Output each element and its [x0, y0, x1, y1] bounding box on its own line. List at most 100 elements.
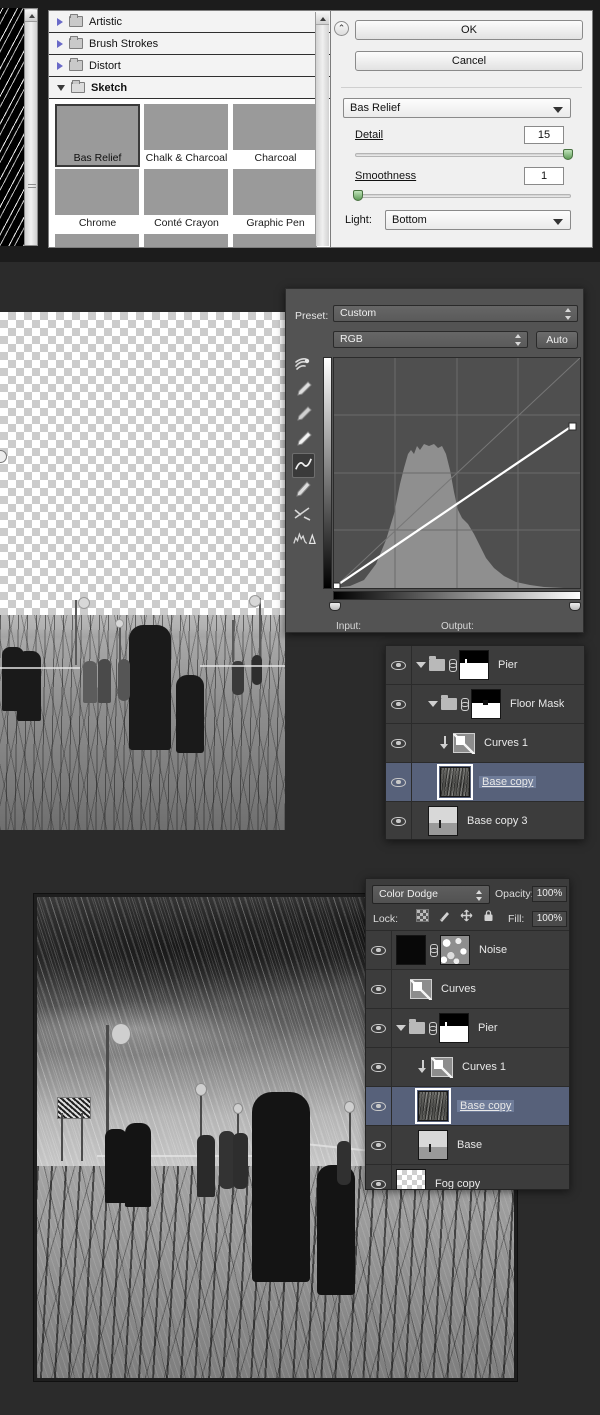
preview-scrollbar[interactable]: [24, 8, 38, 246]
filter-item-partial-3[interactable]: [233, 234, 318, 247]
layer-visibility-toggle[interactable]: [366, 931, 392, 969]
layer-content[interactable]: Curves 1: [392, 1057, 569, 1078]
layer-visibility-toggle[interactable]: [386, 724, 412, 762]
link-icon[interactable]: [460, 697, 469, 711]
white-point-handle[interactable]: [569, 602, 581, 611]
layer-content[interactable]: Noise: [392, 935, 569, 965]
chevron-right-icon[interactable]: [57, 39, 63, 48]
layer-name[interactable]: Fog copy: [435, 1178, 480, 1189]
filter-category-artistic[interactable]: Artistic: [49, 11, 330, 33]
layer-name[interactable]: Pier: [498, 659, 518, 671]
layer-visibility-toggle[interactable]: [386, 646, 412, 684]
ok-button[interactable]: OK: [355, 20, 583, 40]
layer-visibility-toggle[interactable]: [386, 685, 412, 723]
filter-item-graphic-pen[interactable]: Graphic Pen: [233, 169, 318, 232]
table-row[interactable]: Noise: [366, 931, 569, 970]
filter-category-brush-strokes[interactable]: Brush Strokes: [49, 33, 330, 55]
layer-name[interactable]: Curves: [441, 983, 476, 995]
cancel-button[interactable]: Cancel: [355, 51, 583, 71]
chevron-right-icon[interactable]: [57, 61, 63, 70]
layer-content[interactable]: Curves 1: [412, 733, 584, 754]
filter-item-charcoal[interactable]: Charcoal: [233, 104, 318, 167]
filter-category-distort[interactable]: Distort: [49, 55, 330, 77]
layer-name[interactable]: Base: [457, 1139, 482, 1151]
layer-visibility-toggle[interactable]: [366, 1165, 392, 1189]
detail-slider-knob[interactable]: [563, 149, 573, 160]
scroll-up-arrow-icon[interactable]: [25, 10, 37, 22]
link-icon[interactable]: [428, 1021, 437, 1035]
table-row[interactable]: Pier: [386, 646, 584, 685]
stepper-icon[interactable]: [515, 334, 522, 346]
layer-visibility-toggle[interactable]: [386, 802, 412, 839]
light-direction-select[interactable]: Bottom: [385, 210, 571, 230]
black-point-eyedropper-icon[interactable]: [292, 378, 315, 403]
layer-content[interactable]: Pier: [392, 1013, 569, 1043]
chevron-down-icon[interactable]: [428, 701, 438, 707]
active-filter-select[interactable]: Bas Relief: [343, 98, 571, 118]
filter-item-bas-relief[interactable]: Bas Relief: [55, 104, 140, 167]
layer-content[interactable]: Curves: [392, 979, 569, 1000]
layer-mask-thumbnail[interactable]: [471, 689, 501, 719]
layer-name[interactable]: Noise: [479, 944, 507, 956]
chevron-down-icon[interactable]: [396, 1025, 406, 1031]
layer-thumbnail[interactable]: [428, 806, 458, 836]
layer-name[interactable]: Curves 1: [484, 737, 528, 749]
layer-thumbnail[interactable]: [396, 1169, 426, 1189]
layer-thumbnail[interactable]: [437, 764, 473, 800]
link-icon[interactable]: [429, 943, 438, 957]
channel-select[interactable]: RGB: [333, 331, 528, 348]
table-row[interactable]: Base copy 3: [386, 802, 584, 839]
layer-mask-thumbnail[interactable]: [439, 1013, 469, 1043]
layer-visibility-toggle[interactable]: [366, 1087, 392, 1125]
layer-content[interactable]: Floor Mask: [412, 689, 584, 719]
transform-handle[interactable]: [0, 450, 7, 463]
blend-mode-select[interactable]: Color Dodge: [372, 885, 490, 904]
table-row[interactable]: Base copy: [366, 1087, 569, 1126]
lock-transparent-pixels-icon[interactable]: [416, 909, 429, 922]
histogram-options-icon[interactable]: [292, 528, 316, 553]
detail-value-input[interactable]: 15: [524, 126, 564, 144]
filter-item-chalk-and-charcoal[interactable]: Chalk & Charcoal: [144, 104, 229, 167]
pencil-draw-tool-icon[interactable]: [292, 478, 315, 503]
fill-value-input[interactable]: 100%: [532, 911, 567, 927]
stepper-icon[interactable]: [476, 890, 483, 901]
preset-select[interactable]: Custom: [333, 305, 578, 322]
smooth-curve-icon[interactable]: [292, 503, 315, 528]
sample-in-image-icon[interactable]: [292, 353, 315, 378]
curves-adjustment-icon[interactable]: [410, 979, 432, 1000]
smoothness-slider-track[interactable]: [355, 194, 571, 198]
smoothness-value-input[interactable]: 1: [524, 167, 564, 185]
layer-thumbnail[interactable]: [418, 1130, 448, 1160]
black-point-handle[interactable]: [329, 602, 341, 611]
detail-slider-track[interactable]: [355, 153, 571, 157]
scroll-up-arrow-icon[interactable]: [316, 12, 329, 25]
table-row[interactable]: Base: [366, 1126, 569, 1165]
layer-name-input[interactable]: Base copy: [479, 776, 537, 788]
layer-visibility-toggle[interactable]: [366, 970, 392, 1008]
curves-adjustment-icon[interactable]: [431, 1057, 453, 1078]
filter-item-conte-crayon[interactable]: Conté Crayon: [144, 169, 229, 232]
layer-content[interactable]: Base copy: [392, 1088, 569, 1124]
layer-name[interactable]: Pier: [478, 1022, 498, 1034]
filter-item-partial-1[interactable]: [55, 234, 140, 247]
collapse-panel-icon[interactable]: ⌃: [334, 21, 349, 36]
layer-content[interactable]: Base: [392, 1130, 569, 1160]
layer-mask-thumbnail[interactable]: [459, 650, 489, 680]
filter-item-chrome[interactable]: Chrome: [55, 169, 140, 232]
smoothness-slider-knob[interactable]: [353, 190, 363, 201]
link-icon[interactable]: [448, 658, 457, 672]
table-row[interactable]: Curves 1: [386, 724, 584, 763]
opacity-value-input[interactable]: 100%: [532, 886, 567, 902]
layer-thumbnail[interactable]: [415, 1088, 451, 1124]
table-row[interactable]: Base copy: [386, 763, 584, 802]
gray-point-eyedropper-icon[interactable]: [292, 403, 315, 428]
table-row[interactable]: Curves 1: [366, 1048, 569, 1087]
table-row[interactable]: Pier: [366, 1009, 569, 1048]
layer-name[interactable]: Floor Mask: [510, 698, 564, 710]
layer-mask-thumbnail[interactable]: [396, 935, 426, 965]
layer-name[interactable]: Base copy 3: [467, 815, 528, 827]
white-point-eyedropper-icon[interactable]: [292, 428, 315, 453]
layer-name[interactable]: Curves 1: [462, 1061, 506, 1073]
table-row[interactable]: Fog copy: [366, 1165, 569, 1189]
layer-visibility-toggle[interactable]: [366, 1048, 392, 1086]
